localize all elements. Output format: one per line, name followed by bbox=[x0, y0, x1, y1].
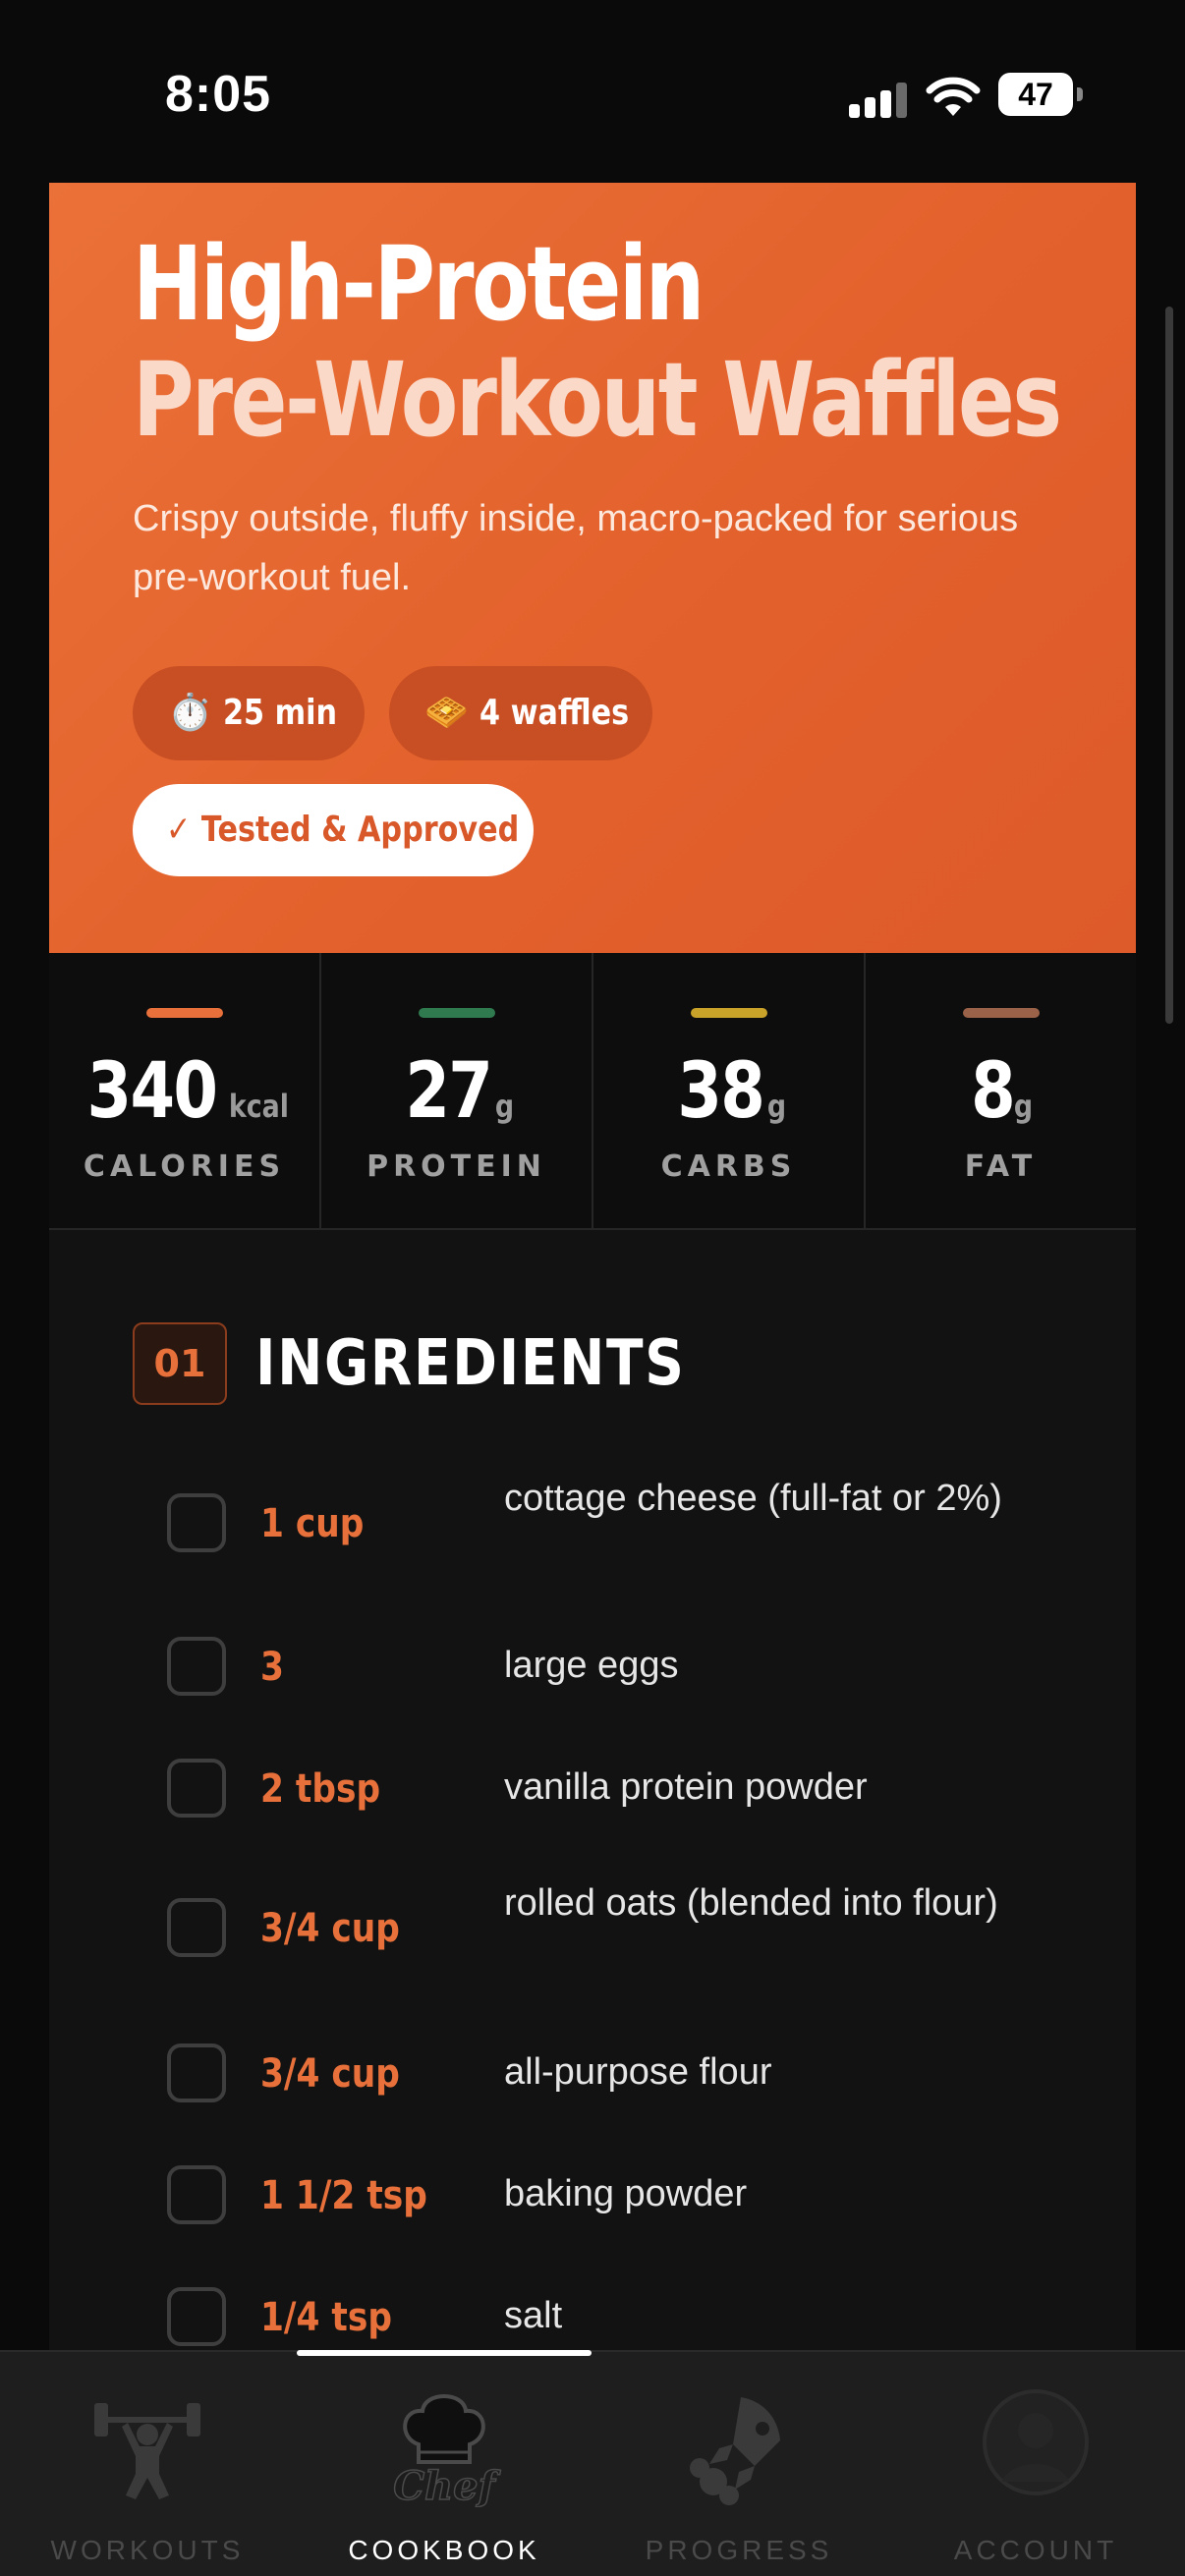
ingredient-row[interactable]: 1/4 tsp salt bbox=[49, 2273, 1136, 2346]
ingredient-name: rolled oats (blended into flour) bbox=[504, 1882, 998, 1924]
rocket-icon bbox=[690, 2397, 780, 2505]
recipe-title-line2: Pre-Workout Waffles bbox=[133, 340, 1062, 460]
account-icon bbox=[983, 2389, 1089, 2495]
ingredient-checkbox[interactable] bbox=[167, 1637, 226, 1696]
tab-label: PROGRESS bbox=[645, 2535, 833, 2565]
prep-time: 25 min bbox=[223, 693, 338, 733]
cellular-signal-icon bbox=[849, 83, 908, 118]
chef-hat-icon: Chef bbox=[392, 2394, 501, 2507]
ingredient-row[interactable]: 1 cup cottage cheese (full-fat or 2%) bbox=[49, 1472, 1136, 1580]
waffle-icon: 🧇 bbox=[424, 693, 469, 733]
ingredient-quantity: 3/4 cup bbox=[260, 2051, 400, 2097]
tested-approved-badge: ✓ Tested & Approved bbox=[133, 784, 534, 876]
macro-value: 340 bbox=[86, 1047, 217, 1136]
ingredient-quantity: 1 1/2 tsp bbox=[260, 2173, 427, 2218]
yield: 4 waffles bbox=[480, 693, 630, 733]
ingredient-checkbox[interactable] bbox=[167, 1898, 226, 1957]
ingredient-quantity: 3/4 cup bbox=[260, 1906, 400, 1951]
tab-label: COOKBOOK bbox=[348, 2535, 540, 2565]
tab-progress[interactable]: PROGRESS bbox=[592, 2352, 886, 2576]
macro-value: 38 bbox=[677, 1047, 764, 1136]
ingredient-quantity: 2 tbsp bbox=[260, 1766, 381, 1812]
ingredient-row[interactable]: 3/4 cup all-purpose flour bbox=[49, 2030, 1136, 2102]
battery-level: 47 bbox=[998, 73, 1073, 116]
ingredient-checkbox[interactable] bbox=[167, 1493, 226, 1552]
recipe-description: Crispy outside, fluffy inside, macro-pac… bbox=[133, 498, 1019, 598]
macro-unit: g bbox=[767, 1088, 787, 1125]
macro-label: CALORIES bbox=[83, 1149, 286, 1184]
ingredient-row[interactable]: 3 large eggs bbox=[49, 1623, 1136, 1696]
wifi-icon bbox=[926, 77, 981, 116]
badge-label: ✓ Tested & Approved bbox=[166, 810, 520, 850]
ingredient-name: salt bbox=[504, 2295, 563, 2336]
yield-pill: 🧇 4 waffles bbox=[389, 666, 652, 760]
macro-color-bar bbox=[962, 1008, 1040, 1018]
section-title: INGREDIENTS bbox=[255, 1327, 686, 1400]
section-number: 01 bbox=[133, 1322, 227, 1405]
ingredient-checkbox[interactable] bbox=[167, 2165, 226, 2224]
macro-protein: 27 g PROTEIN bbox=[321, 953, 593, 1228]
macro-calories: 340 kcal CALORIES bbox=[49, 953, 321, 1228]
recipe-title: High-Protein Pre-Workout Waffles bbox=[133, 224, 1062, 460]
macro-unit: kcal bbox=[228, 1088, 289, 1125]
ingredient-checkbox[interactable] bbox=[167, 2044, 226, 2102]
stopwatch-icon: ⏱️ bbox=[168, 693, 212, 733]
battery-icon: 47 bbox=[998, 73, 1083, 116]
macro-label: CARBS bbox=[660, 1149, 797, 1184]
active-tab-indicator bbox=[297, 2350, 592, 2356]
macro-unit: g bbox=[495, 1088, 515, 1125]
macro-value: 8 bbox=[971, 1047, 1016, 1136]
weightlifter-icon bbox=[94, 2403, 200, 2499]
ingredient-checkbox[interactable] bbox=[167, 2287, 226, 2346]
tab-label: ACCOUNT bbox=[953, 2535, 1118, 2565]
recipe-content[interactable]: High-Protein Pre-Workout Waffles Crispy … bbox=[49, 183, 1136, 2350]
tab-cookbook[interactable]: Chef COOKBOOK bbox=[297, 2352, 592, 2576]
ingredient-name: baking powder bbox=[504, 2173, 748, 2214]
macro-color-bar bbox=[145, 1008, 223, 1018]
recipe-title-line1: High-Protein bbox=[133, 224, 705, 344]
ingredient-row[interactable]: 2 tbsp vanilla protein powder bbox=[49, 1745, 1136, 1818]
scrollbar[interactable] bbox=[1165, 307, 1173, 1024]
recipe-hero: High-Protein Pre-Workout Waffles Crispy … bbox=[49, 183, 1136, 953]
prep-time-pill: ⏱️ 25 min bbox=[133, 666, 365, 760]
macro-summary: 340 kcal CALORIES 27 g PROTEIN 38 g CARBS 8… bbox=[49, 953, 1136, 1230]
ingredient-quantity: 1 cup bbox=[260, 1501, 365, 1546]
tab-label: WORKOUTS bbox=[50, 2535, 245, 2565]
macro-carbs: 38 g CARBS bbox=[593, 953, 866, 1228]
macro-value: 27 bbox=[405, 1047, 492, 1136]
status-time: 8:05 bbox=[165, 66, 272, 123]
macro-label: FAT bbox=[964, 1149, 1038, 1184]
ingredient-name: all-purpose flour bbox=[504, 2051, 772, 2093]
ingredient-quantity: 1/4 tsp bbox=[260, 2295, 392, 2340]
macro-fat: 8g FAT bbox=[866, 953, 1136, 1228]
tab-account[interactable]: ACCOUNT bbox=[888, 2352, 1183, 2576]
ingredient-name: large eggs bbox=[504, 1645, 679, 1686]
macro-color-bar bbox=[418, 1008, 495, 1018]
ingredient-row[interactable]: 3/4 cup rolled oats (blended into flour) bbox=[49, 1876, 1136, 1985]
ingredient-name: vanilla protein powder bbox=[504, 1766, 868, 1808]
ingredient-name: cottage cheese (full-fat or 2%) bbox=[504, 1478, 1002, 1519]
status-bar: 8:05 47 bbox=[0, 0, 1185, 187]
chef-logo-text: Chef bbox=[393, 2463, 500, 2507]
ingredient-checkbox[interactable] bbox=[167, 1759, 226, 1818]
macro-label: PROTEIN bbox=[367, 1149, 546, 1184]
ingredient-row[interactable]: 1 1/2 tsp baking powder bbox=[49, 2152, 1136, 2224]
macro-unit: g bbox=[1014, 1088, 1034, 1125]
ingredient-quantity: 3 bbox=[260, 1645, 284, 1690]
macro-color-bar bbox=[690, 1008, 767, 1018]
tab-workouts[interactable]: WORKOUTS bbox=[0, 2352, 295, 2576]
bottom-tab-bar: WORKOUTS Chef COOKBOOK PROGRESS ACCOUNT bbox=[0, 2350, 1185, 2576]
